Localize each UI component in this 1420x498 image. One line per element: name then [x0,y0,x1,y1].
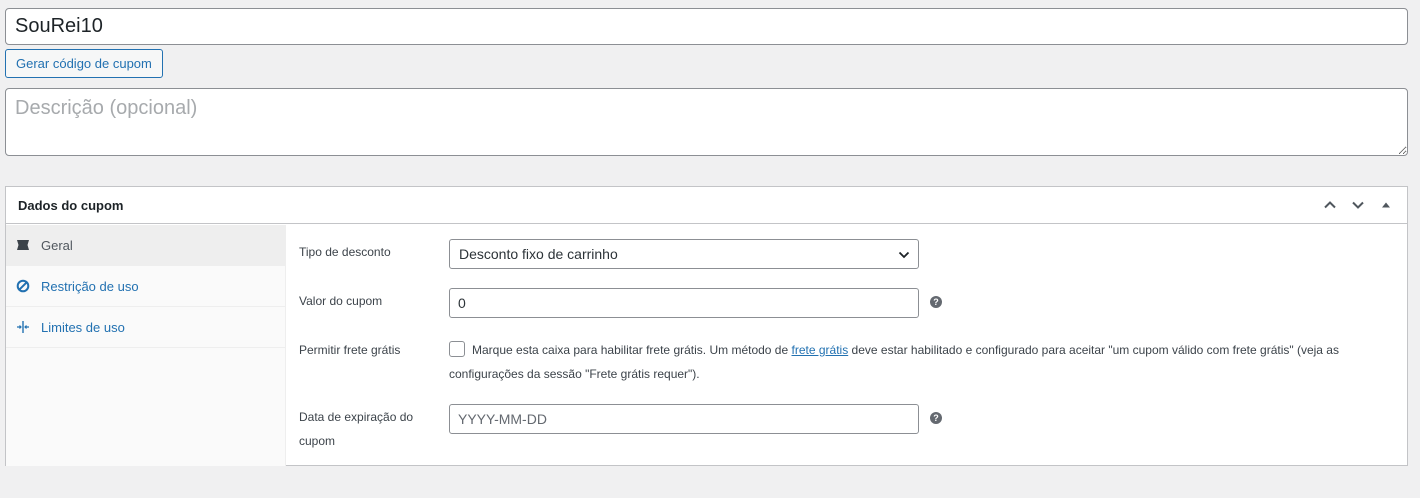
limits-icon [16,320,30,334]
description-textarea[interactable] [5,88,1408,156]
toggle-arrow-icon [1382,202,1390,208]
amount-input[interactable] [449,288,919,318]
expiry-date-input[interactable] [449,404,919,434]
ticket-icon [16,238,30,252]
postbox-actions [1317,193,1399,217]
move-down-button[interactable] [1345,193,1371,217]
toggle-panel-button[interactable] [1373,193,1399,217]
chevron-down-icon [1352,201,1364,209]
help-icon[interactable]: ? [930,412,942,424]
coupon-data-panel: Dados do cupom Geral Restrição de uso Li… [5,186,1408,466]
general-panel: Tipo de desconto Desconto fixo de carrin… [287,225,1407,466]
postbox-title: Dados do cupom [18,198,124,213]
move-up-button[interactable] [1317,193,1343,217]
chevron-down-icon [898,251,910,259]
coupon-code-input[interactable] [5,8,1408,45]
coupon-tabs: Geral Restrição de uso Limites de uso [6,225,286,466]
discount-type-select[interactable]: Desconto fixo de carrinho [449,239,919,269]
expiry-date-label: Data de expiração do cupom [299,410,414,448]
svg-text:?: ? [933,297,939,307]
generate-coupon-code-button[interactable]: Gerar código de cupom [5,49,163,78]
tab-general-label: Geral [41,237,73,253]
tab-usage-restriction-label: Restrição de uso [41,278,139,294]
svg-text:?: ? [933,413,939,423]
free-shipping-text-before: Marque esta caixa para habilitar frete g… [472,343,792,357]
chevron-up-icon [1324,201,1336,209]
postbox-header: Dados do cupom [6,187,1407,224]
free-shipping-description: Marque esta caixa para habilitar frete g… [449,338,1389,386]
block-icon [16,279,30,293]
tab-usage-limits-label: Limites de uso [41,319,125,335]
free-shipping-label: Permitir frete grátis [299,343,401,357]
discount-type-value: Desconto fixo de carrinho [459,246,618,262]
free-shipping-link[interactable]: frete grátis [792,343,849,357]
tab-general[interactable]: Geral [6,225,285,266]
tab-usage-restriction[interactable]: Restrição de uso [6,266,285,307]
tab-usage-limits[interactable]: Limites de uso [6,307,285,348]
help-icon[interactable]: ? [930,296,942,308]
discount-type-label: Tipo de desconto [299,245,391,259]
amount-label: Valor do cupom [299,294,383,308]
